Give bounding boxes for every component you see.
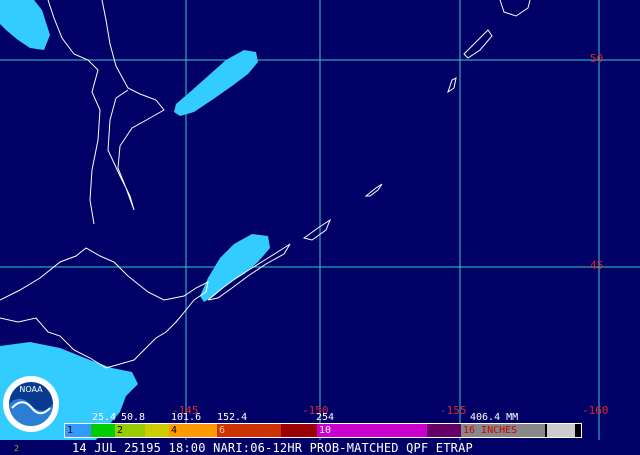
legend-swatch-4 [145,424,169,437]
legend-mm-406: 406.4 MM [470,412,519,423]
legend-inch-4: 4 [171,425,178,436]
legend-swatch-2 [91,424,115,437]
legend-swatch-3: 2 [115,424,145,437]
lat-label-50: 50 [590,52,604,65]
legend-swatch-10: 16 INCHES [461,424,545,437]
legend-swatch-11 [545,424,575,437]
legend-inch-1: 1 [67,425,74,436]
legend-swatch-9 [427,424,461,437]
qpf-map: 50 45 -145 -150 -155 -160 25.4 50.8 101.… [0,0,640,455]
legend-inch-10: 10 [319,425,332,436]
legend-mm-25: 25.4 [92,412,117,423]
map-canvas [0,0,640,455]
lat-label-45: 45 [590,259,604,272]
legend-swatch-1: 1 [65,424,91,437]
legend-mm-101: 101.6 [171,412,202,423]
legend-swatch-5: 4 [169,424,217,437]
legend-swatch-7 [281,424,317,437]
caption-text: 14 JUL 25195 18:00 NARI:06-12HR PROB-MAT… [72,441,473,455]
legend-inch-6: 6 [219,425,226,436]
legend-inch-2: 2 [117,425,124,436]
map-caption: 14 JUL 25195 18:00 NARI:06-12HR PROB-MAT… [0,441,640,455]
logo-text: NOAA [19,385,43,394]
noaa-logo: NOAA [3,376,59,432]
legend-mm-50: 50.8 [121,412,146,423]
precip-legend: 25.4 50.8 101.6 152.4 254 406.4 MM 1 2 4… [64,412,582,440]
legend-color-bar: 1 2 4 6 10 16 INCHES [64,423,582,438]
legend-mm-254: 254 [316,412,335,423]
legend-mm-152: 152.4 [217,412,248,423]
legend-inch-16: 16 INCHES [463,425,518,436]
legend-swatch-6: 6 [217,424,281,437]
legend-swatch-8: 10 [317,424,427,437]
lon-label-160: -160 [582,404,609,417]
